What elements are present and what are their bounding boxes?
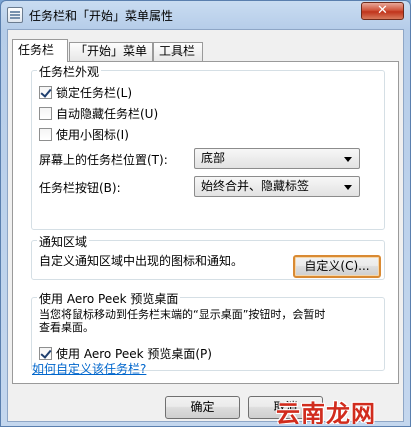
customize-button[interactable]: 自定义(C)... xyxy=(293,255,381,278)
autohide-taskbar-label: 自动隐藏任务栏(U) xyxy=(56,106,159,121)
autohide-taskbar-checkbox[interactable] xyxy=(39,106,52,120)
help-link[interactable]: 如何自定义该任务栏? xyxy=(32,360,146,377)
notification-description: 自定义通知区域中出现的图标和通知。 xyxy=(39,254,244,268)
taskbar-properties-icon xyxy=(7,7,23,23)
appearance-group-title: 任务栏外观 xyxy=(37,63,102,80)
chevron-down-icon xyxy=(344,157,352,162)
small-icons-label: 使用小图标(I) xyxy=(56,127,129,142)
small-icons-checkbox[interactable] xyxy=(39,127,52,141)
autohide-taskbar-row[interactable]: 自动隐藏任务栏(U) xyxy=(39,105,158,121)
dialog-client-area: 任务栏 「开始」菜单 工具栏 任务栏外观 锁定任务栏(L) 自动隐藏任务栏(U)… xyxy=(7,29,404,422)
aero-peek-description-line2: 查看桌面。 xyxy=(39,321,94,334)
lock-taskbar-checkbox[interactable] xyxy=(39,85,52,99)
buttons-dropdown[interactable]: 始终合并、隐藏标签 xyxy=(194,176,360,197)
ok-button[interactable]: 确定 xyxy=(165,396,240,419)
small-icons-row[interactable]: 使用小图标(I) xyxy=(39,126,129,142)
tab-start-menu[interactable]: 「开始」菜单 xyxy=(69,42,153,61)
tab-panel-taskbar: 任务栏外观 锁定任务栏(L) 自动隐藏任务栏(U) 使用小图标(I) 屏幕上的任… xyxy=(12,61,399,384)
lock-taskbar-row[interactable]: 锁定任务栏(L) xyxy=(39,84,132,100)
lock-taskbar-label: 锁定任务栏(L) xyxy=(56,85,133,100)
location-dropdown-value: 底部 xyxy=(201,151,226,165)
aero-peek-label: 使用 Aero Peek 预览桌面(P) xyxy=(56,346,212,361)
buttons-dropdown-value: 始终合并、隐藏标签 xyxy=(201,179,310,193)
window-title: 任务栏和「开始」菜单属性 xyxy=(29,9,174,23)
properties-window: 任务栏和「开始」菜单属性 ✕ 任务栏 「开始」菜单 工具栏 任务栏外观 锁定任务… xyxy=(0,0,411,427)
location-dropdown[interactable]: 底部 xyxy=(194,148,360,169)
buttons-label: 任务栏按钮(B): xyxy=(39,181,121,195)
site-watermark: 云南龙网 xyxy=(276,399,376,424)
notification-group-title: 通知区域 xyxy=(37,233,90,250)
location-label: 屏幕上的任务栏位置(T): xyxy=(39,153,168,167)
tab-taskbar[interactable]: 任务栏 xyxy=(12,39,68,62)
aero-peek-row[interactable]: 使用 Aero Peek 预览桌面(P) xyxy=(39,345,212,361)
aero-peek-group-title: 使用 Aero Peek 预览桌面 xyxy=(37,290,181,307)
tab-toolbars[interactable]: 工具栏 xyxy=(153,42,203,61)
close-button[interactable]: ✕ xyxy=(361,2,404,20)
chevron-down-icon xyxy=(344,185,352,190)
title-bar[interactable]: 任务栏和「开始」菜单属性 ✕ xyxy=(1,1,410,29)
aero-peek-checkbox[interactable] xyxy=(39,346,52,360)
